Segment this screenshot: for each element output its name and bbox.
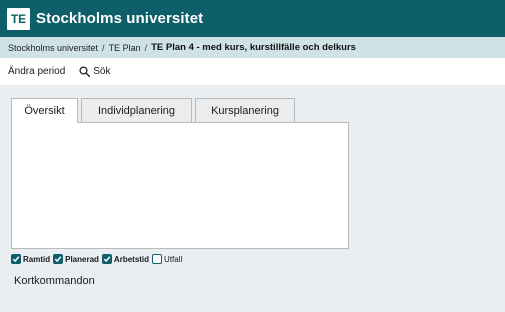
keyboard-shortcuts-link[interactable]: Kortkommandon: [14, 275, 95, 287]
checkbox-label: Arbetstid: [113, 254, 150, 264]
checkbox-label: Planerad: [65, 254, 99, 264]
tab-kursplanering[interactable]: Kursplanering: [195, 98, 295, 122]
breadcrumb: Stockholms universitet / TE Plan / TE Pl…: [0, 37, 505, 58]
checkmark-icon: [103, 256, 111, 263]
checkbox-label: Utfall: [164, 254, 183, 264]
tab-label: Individplanering: [97, 104, 176, 117]
main-content: Översikt Individplanering Kursplanering …: [0, 85, 505, 312]
tab-individplanering[interactable]: Individplanering: [81, 98, 192, 122]
search-icon: [79, 66, 91, 77]
breadcrumb-separator: /: [144, 42, 148, 53]
legend-item-ramtid[interactable]: Ramtid: [11, 254, 50, 264]
checkmark-icon: [12, 256, 20, 263]
checkbox-utfall[interactable]: [152, 254, 163, 264]
legend-item-planerad[interactable]: Planerad: [53, 254, 99, 264]
checkbox-ramtid[interactable]: [11, 254, 21, 264]
app-title: Stockholms universitet: [36, 10, 204, 27]
legend-item-utfall[interactable]: Utfall: [152, 254, 182, 264]
te-logo[interactable]: TE: [7, 7, 30, 30]
breadcrumb-current: TE Plan 4 - med kurs, kurstillfälle och …: [151, 42, 356, 53]
search-label: Sök: [93, 66, 111, 77]
top-bar: TE Stockholms universitet: [0, 0, 505, 37]
tab-oversikt[interactable]: Översikt: [11, 98, 78, 123]
checkbox-arbetstid[interactable]: [101, 254, 112, 264]
search-button[interactable]: Sök: [79, 66, 111, 77]
legend-item-arbetstid[interactable]: Arbetstid: [101, 254, 150, 264]
toolbar: Ändra period Sök: [0, 58, 505, 85]
change-period-button[interactable]: Ändra period: [8, 66, 65, 77]
tab-label: Kursplanering: [211, 104, 279, 117]
breadcrumb-separator: /: [102, 42, 105, 53]
tab-label: Översikt: [24, 105, 65, 117]
overview-panel: [11, 122, 349, 249]
checkbox-label: Ramtid: [23, 254, 51, 264]
breadcrumb-item-te-plan[interactable]: TE Plan: [109, 43, 141, 53]
legend-checkboxes: Ramtid Planerad Arbetstid Utfall: [11, 254, 185, 264]
breadcrumb-item-university[interactable]: Stockholms universitet: [8, 43, 98, 53]
checkbox-planerad[interactable]: [53, 254, 64, 264]
checkmark-icon: [54, 256, 62, 263]
change-period-label: Ändra period: [8, 66, 66, 77]
